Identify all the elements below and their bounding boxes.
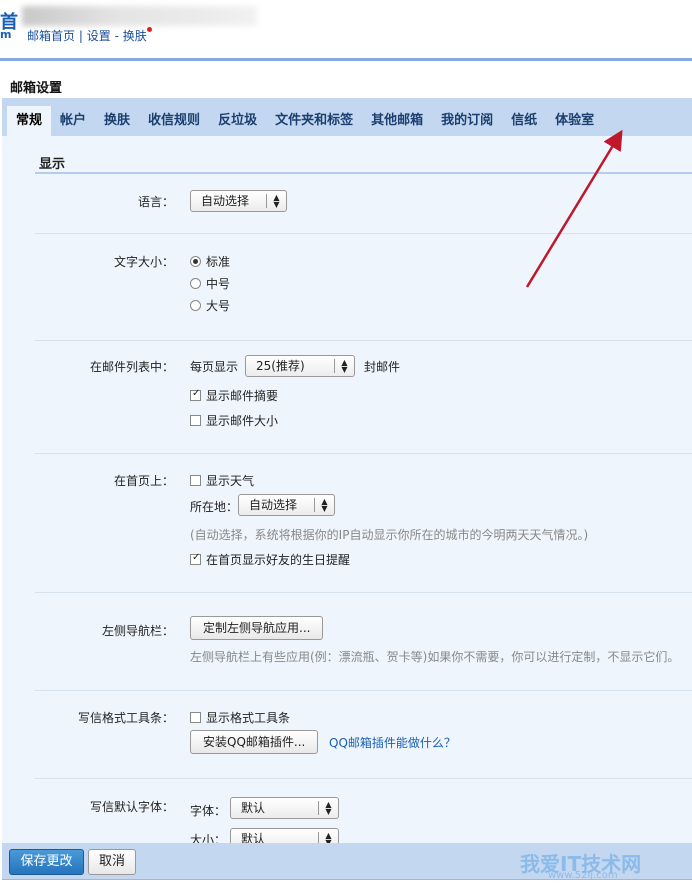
annotation-arrow-icon [525, 129, 623, 288]
